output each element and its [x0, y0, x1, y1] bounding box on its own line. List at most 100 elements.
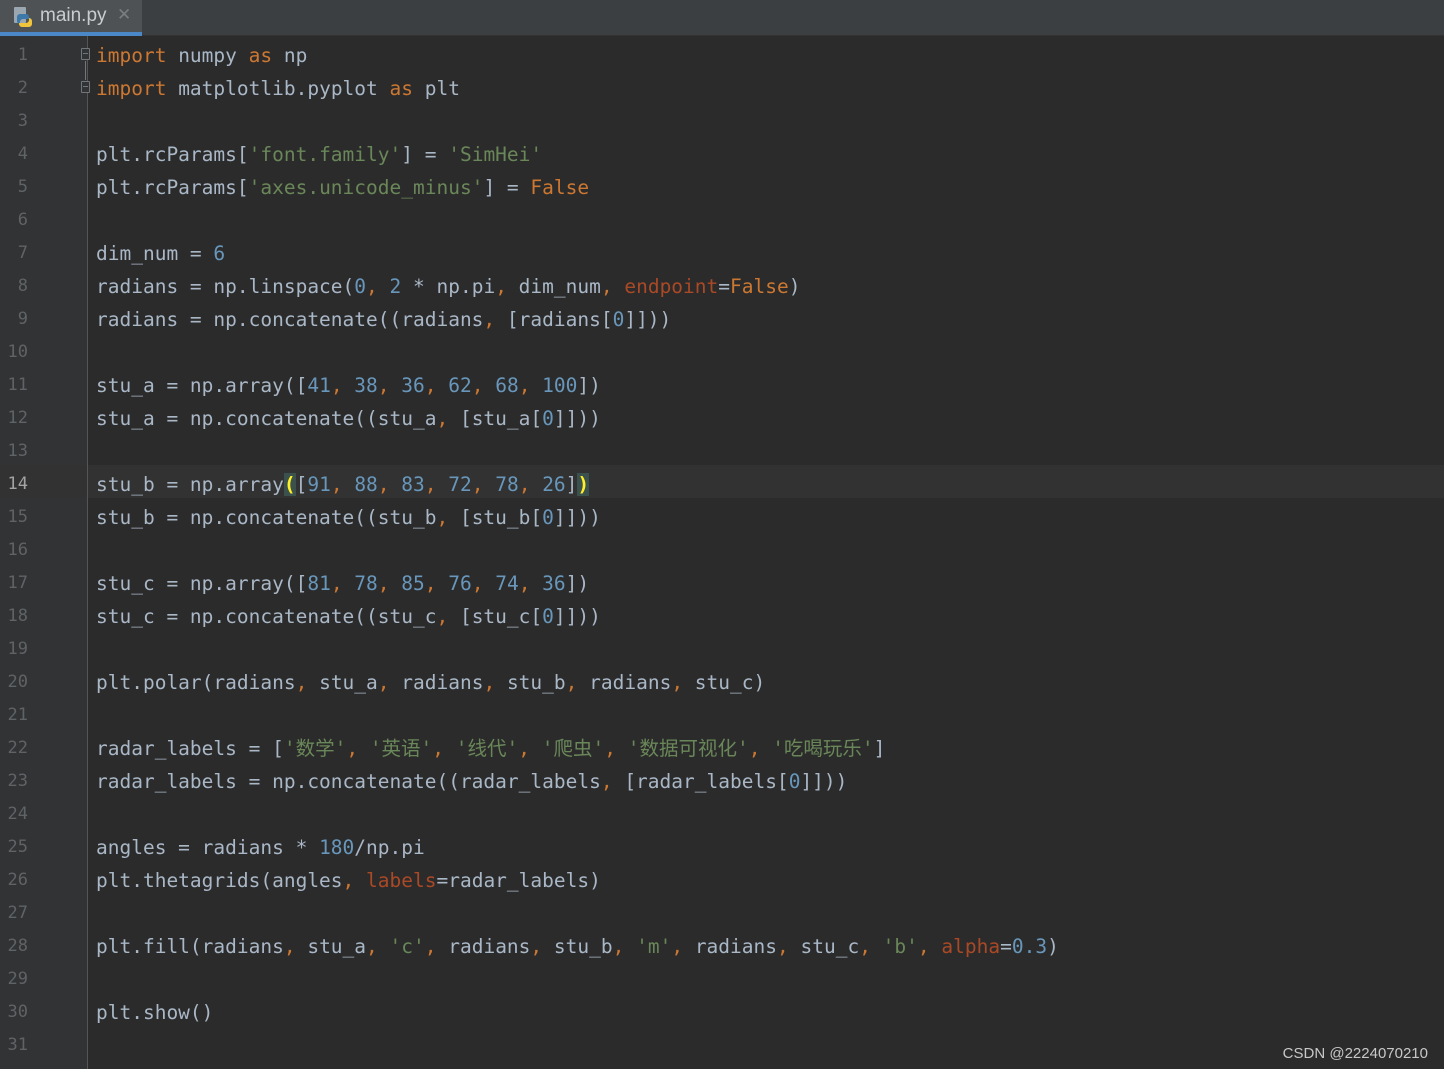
code-line[interactable]: 18 stu_c = np.concatenate((stu_c, [stu_c[… — [0, 600, 1444, 633]
code-token: , — [565, 671, 590, 694]
line-number: 6 — [17, 210, 28, 230]
code-token: stu_c = np.concatenate((stu_c — [96, 605, 437, 628]
code-line[interactable]: 20 plt.polar(radians, stu_a, radians, stu… — [0, 666, 1444, 699]
code-line[interactable]: 1 import numpy as np — [0, 39, 1444, 72]
code-token: , — [330, 374, 355, 397]
code-line[interactable]: 23 radar_labels = np.concatenate((radar_l… — [0, 765, 1444, 798]
code-line[interactable]: 16 — [0, 534, 1444, 567]
code-token: angles = radians * — [96, 836, 320, 859]
code-token: endpoint — [624, 275, 719, 298]
code-token: stu_b — [506, 671, 566, 694]
code-token: '数学' — [283, 737, 347, 760]
code-token: 'SimHei' — [448, 143, 543, 166]
code-line[interactable]: 28 plt.fill(radians, stu_a, 'c', radians,… — [0, 930, 1444, 963]
line-number: 17 — [7, 573, 28, 593]
code-text: plt.thetagrids(angles, labels=radar_labe… — [96, 864, 601, 897]
code-token: radians = np.concatenate((radians — [96, 308, 484, 331]
line-number: 25 — [7, 837, 28, 857]
code-line[interactable]: 24 — [0, 798, 1444, 831]
code-token: , — [748, 737, 773, 760]
code-token: , — [518, 572, 543, 595]
code-line[interactable]: 26 plt.thetagrids(angles, labels=radar_la… — [0, 864, 1444, 897]
code-line[interactable]: 5 plt.rcParams['axes.unicode_minus'] = Fa… — [0, 171, 1444, 204]
code-token: as — [389, 77, 413, 100]
code-token: 88 — [354, 473, 378, 496]
code-token: 'axes.unicode_minus' — [248, 176, 484, 199]
code-line[interactable]: 13 — [0, 435, 1444, 468]
code-token: ]])) — [800, 770, 848, 793]
code-text: plt.rcParams['font.family'] = 'SimHei' — [96, 138, 542, 171]
code-token: , — [518, 374, 543, 397]
code-token: , — [471, 374, 496, 397]
editor-tab-bar: main.py ✕ — [0, 0, 1444, 36]
code-token: , — [436, 605, 460, 628]
line-number: 29 — [7, 969, 28, 989]
line-number: 28 — [7, 936, 28, 956]
code-token: , — [612, 935, 637, 958]
code-line[interactable]: 22 radar_labels = ['数学', '英语', '线代', '爬虫'… — [0, 732, 1444, 765]
code-line[interactable]: 29 — [0, 963, 1444, 996]
code-line[interactable]: 4 plt.rcParams['font.family'] = 'SimHei' — [0, 138, 1444, 171]
code-editor[interactable]: 1 import numpy as np 2 import matplotlib.py… — [0, 36, 1444, 1069]
code-token: plt — [413, 77, 460, 100]
code-line[interactable]: 19 — [0, 633, 1444, 666]
code-token: numpy — [166, 44, 249, 67]
code-line[interactable]: 30 plt.show() — [0, 996, 1444, 1029]
code-line[interactable]: 17 stu_c = np.array([81, 78, 85, 76, 74, … — [0, 567, 1444, 600]
code-token: 2 — [389, 275, 402, 298]
code-token: , — [471, 572, 496, 595]
code-line[interactable]: 21 — [0, 699, 1444, 732]
code-line[interactable]: 8 radians = np.linspace(0, 2 * np.pi, dim… — [0, 270, 1444, 303]
code-token: , — [366, 935, 390, 958]
code-line[interactable]: 27 — [0, 897, 1444, 930]
code-line[interactable]: 9 radians = np.concatenate((radians, [rad… — [0, 303, 1444, 336]
code-text: plt.rcParams['axes.unicode_minus'] = Fal… — [96, 171, 589, 204]
code-token: ) — [577, 473, 590, 496]
code-token: ]) — [577, 374, 601, 397]
code-line[interactable]: 14 stu_b = np.array([91, 88, 83, 72, 78, … — [0, 468, 1444, 501]
code-token: , — [377, 473, 402, 496]
code-line[interactable]: 31 — [0, 1029, 1444, 1062]
close-icon[interactable]: ✕ — [117, 5, 131, 25]
code-token: radar_labels = [ — [96, 737, 284, 760]
code-token: 78 — [495, 473, 519, 496]
code-line[interactable]: 25 angles = radians * 180/np.pi — [0, 831, 1444, 864]
code-token: ]])) — [553, 407, 601, 430]
code-line[interactable]: 12 stu_a = np.concatenate((stu_a, [stu_a[… — [0, 402, 1444, 435]
code-text: import numpy as np — [96, 39, 307, 72]
code-token: = — [718, 275, 731, 298]
code-text: radar_labels = np.concatenate((radar_lab… — [96, 765, 847, 798]
line-number: 26 — [7, 870, 28, 890]
code-token: stu_b — [553, 935, 613, 958]
code-token: , — [671, 671, 695, 694]
code-token: 36 — [401, 374, 425, 397]
code-line[interactable]: 6 — [0, 204, 1444, 237]
code-line[interactable]: 10 — [0, 336, 1444, 369]
code-token: 0 — [788, 770, 801, 793]
code-token: 180 — [319, 836, 355, 859]
code-token: [ — [295, 473, 308, 496]
code-token: , — [377, 374, 402, 397]
code-line[interactable]: 15 stu_b = np.concatenate((stu_b, [stu_b[… — [0, 501, 1444, 534]
code-line[interactable]: 11 stu_a = np.array([41, 38, 36, 62, 68, … — [0, 369, 1444, 402]
code-token: radar_labels = np.concatenate((radar_lab… — [96, 770, 601, 793]
code-token: , — [436, 506, 460, 529]
code-line[interactable]: 2 import matplotlib.pyplot as plt — [0, 72, 1444, 105]
code-token: stu_c — [800, 935, 860, 958]
code-line[interactable]: 3 — [0, 105, 1444, 138]
code-token: * np.pi — [401, 275, 496, 298]
code-line[interactable]: 7 dim_num = 6 — [0, 237, 1444, 270]
tab-main-py[interactable]: main.py ✕ — [0, 0, 142, 36]
code-token: plt.rcParams[ — [96, 176, 249, 199]
code-token: 6 — [213, 242, 226, 265]
code-token: stu_b = np.concatenate((stu_b — [96, 506, 437, 529]
code-token: plt.show() — [96, 1001, 214, 1024]
code-token: ] — [873, 737, 886, 760]
code-token: ] — [565, 473, 578, 496]
code-token: ]])) — [624, 308, 672, 331]
line-number: 7 — [17, 243, 28, 263]
line-number: 1 — [17, 45, 28, 65]
line-number: 22 — [7, 738, 28, 758]
code-text: stu_a = np.array([41, 38, 36, 62, 68, 10… — [96, 369, 601, 402]
code-token: , — [600, 275, 625, 298]
